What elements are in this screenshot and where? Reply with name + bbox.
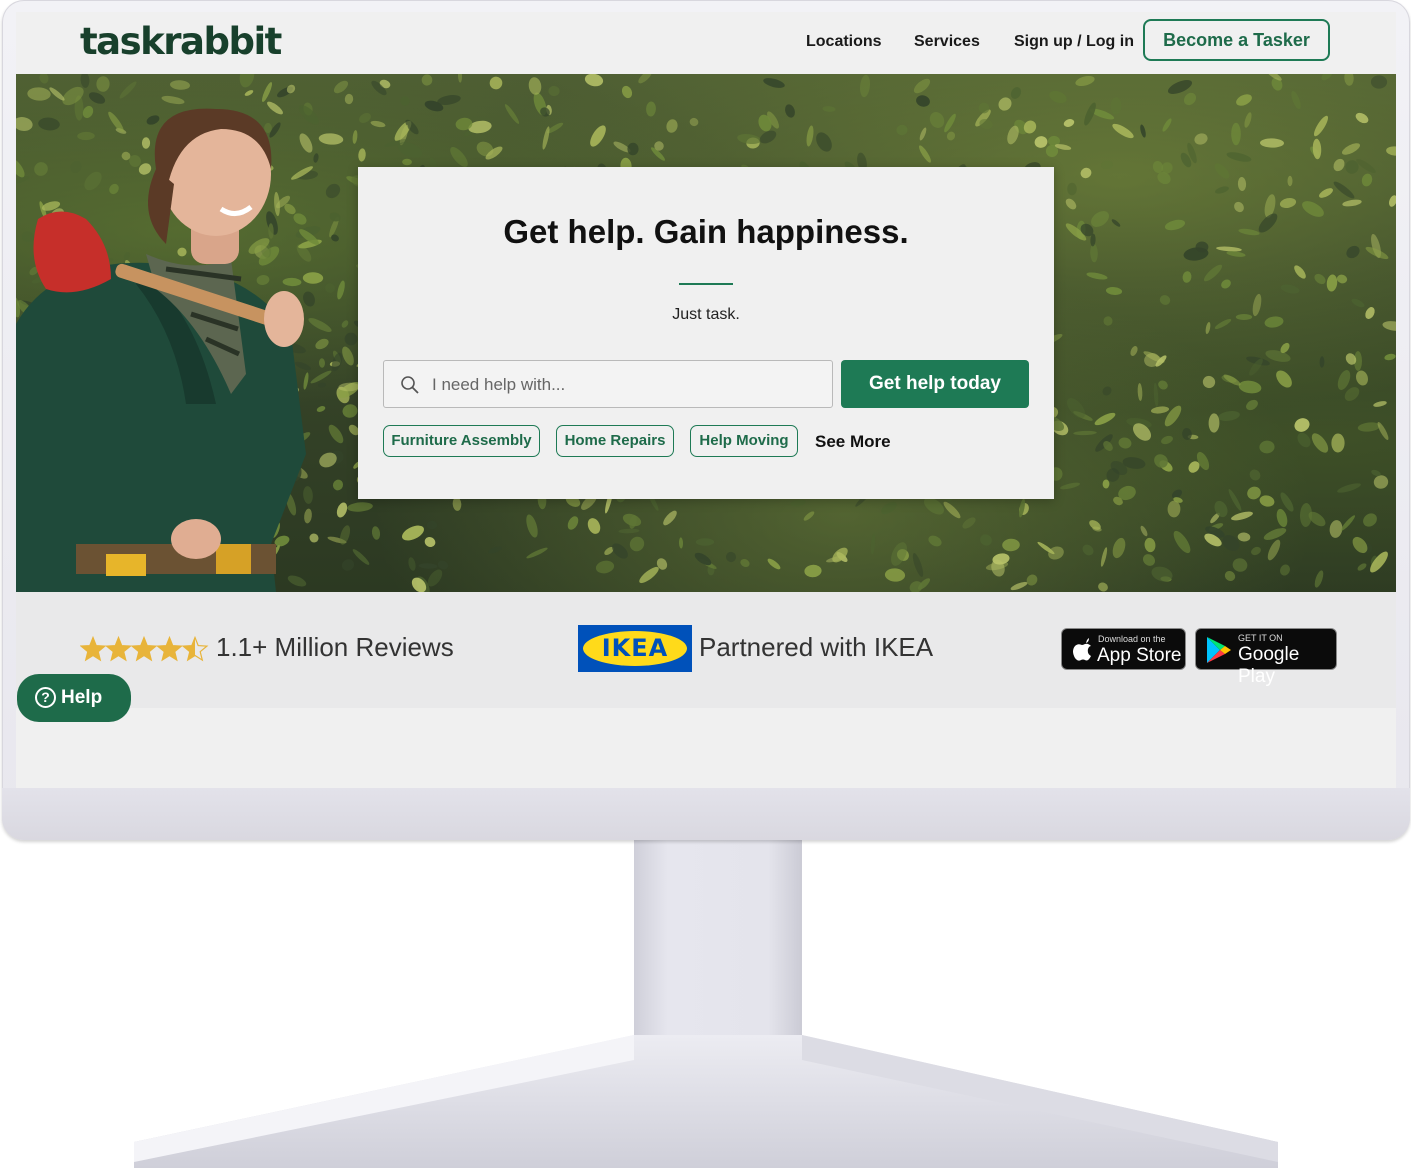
rating-star — [80, 636, 107, 662]
nav-services[interactable]: Services — [914, 33, 980, 51]
hero-section: Get help. Gain happiness. Just task. Get… — [16, 74, 1396, 592]
get-help-today-button[interactable]: Get help today — [841, 360, 1029, 408]
site-header: taskrabbit Locations Services Sign up / … — [16, 12, 1396, 74]
app-store-big-text: App Store — [1097, 645, 1182, 666]
rating-star — [181, 636, 209, 662]
headline-divider — [679, 283, 733, 285]
app-store-small-text: Download on the — [1098, 634, 1166, 644]
trust-bar: 1.1+ Million Reviews IKEA Partnered with… — [16, 592, 1396, 708]
chip-home-repairs[interactable]: Home Repairs — [556, 425, 674, 457]
help-button[interactable]: ? Help — [17, 674, 131, 722]
question-icon: ? — [35, 687, 56, 708]
ikea-partner-text: Partnered with IKEA — [699, 632, 934, 662]
google-play-icon — [1207, 637, 1231, 663]
app-store-badge[interactable]: Download on the App Store — [1061, 628, 1186, 670]
ikea-logo-text: IKEA — [601, 634, 669, 662]
reviews-count: 1.1+ Million Reviews — [216, 632, 454, 662]
nav-locations[interactable]: Locations — [806, 33, 882, 51]
hero-headline: Get help. Gain happiness. — [503, 213, 909, 250]
rating-star — [130, 636, 158, 662]
monitor-base — [134, 1035, 1278, 1168]
google-play-badge[interactable]: GET IT ON Google Play — [1195, 628, 1337, 687]
nav-signup-login[interactable]: Sign up / Log in — [1014, 33, 1134, 51]
taskrabbit-logo[interactable]: taskrabbit — [80, 20, 282, 63]
rating-star — [156, 636, 183, 662]
help-button-label: Help — [61, 687, 103, 708]
rating-stars-icon — [80, 636, 209, 662]
chip-help-moving[interactable]: Help Moving — [690, 425, 798, 457]
chip-furniture-assembly[interactable]: Furniture Assembly — [383, 425, 540, 457]
rating-star — [105, 636, 132, 662]
search-field[interactable] — [383, 360, 833, 408]
search-input[interactable] — [432, 371, 812, 399]
apple-icon — [1073, 638, 1091, 661]
monitor-chin — [2, 788, 1410, 840]
hero-tagline: Just task. — [672, 306, 740, 323]
search-card: Get help. Gain happiness. Just task. Get… — [358, 167, 1054, 499]
search-icon — [401, 376, 419, 394]
google-play-small-text: GET IT ON — [1238, 633, 1283, 643]
ikea-logo: IKEA — [578, 625, 692, 672]
screen: taskrabbit Locations Services Sign up / … — [16, 12, 1396, 788]
stage: taskrabbit Locations Services Sign up / … — [0, 0, 1411, 1171]
monitor-neck — [634, 838, 802, 1038]
tasker-photo — [16, 108, 306, 592]
become-tasker-button[interactable]: Become a Tasker — [1143, 19, 1330, 61]
google-play-big-text: Google Play — [1238, 644, 1300, 687]
see-more-link[interactable]: See More — [815, 432, 891, 452]
